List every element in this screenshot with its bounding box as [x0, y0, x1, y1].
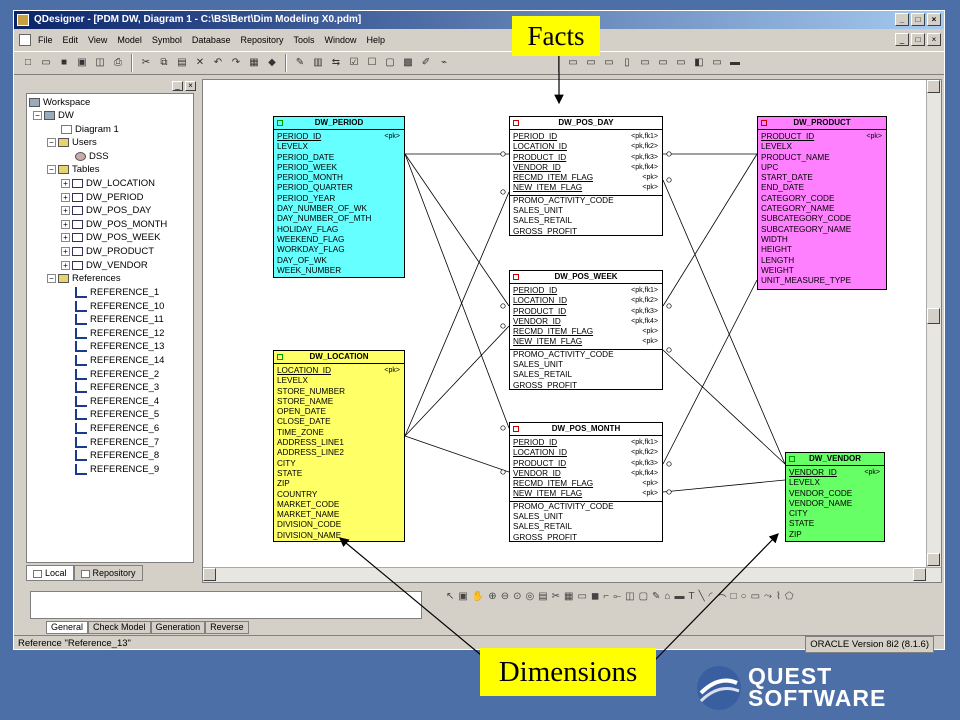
dimensions-arrow-vendor [654, 533, 779, 661]
quest-software-logo: QUEST SOFTWARE [693, 663, 933, 713]
dimensions-callout: Dimensions [480, 648, 656, 696]
callout-arrows [339, 56, 779, 661]
logo-line-2: SOFTWARE [748, 685, 887, 711]
logo-text: QUEST SOFTWARE [748, 663, 887, 711]
dimensions-arrow-location [339, 537, 488, 661]
logo-line-1: QUEST [748, 663, 833, 689]
quest-logo-icon [697, 666, 741, 710]
facts-callout: Facts [512, 16, 600, 56]
